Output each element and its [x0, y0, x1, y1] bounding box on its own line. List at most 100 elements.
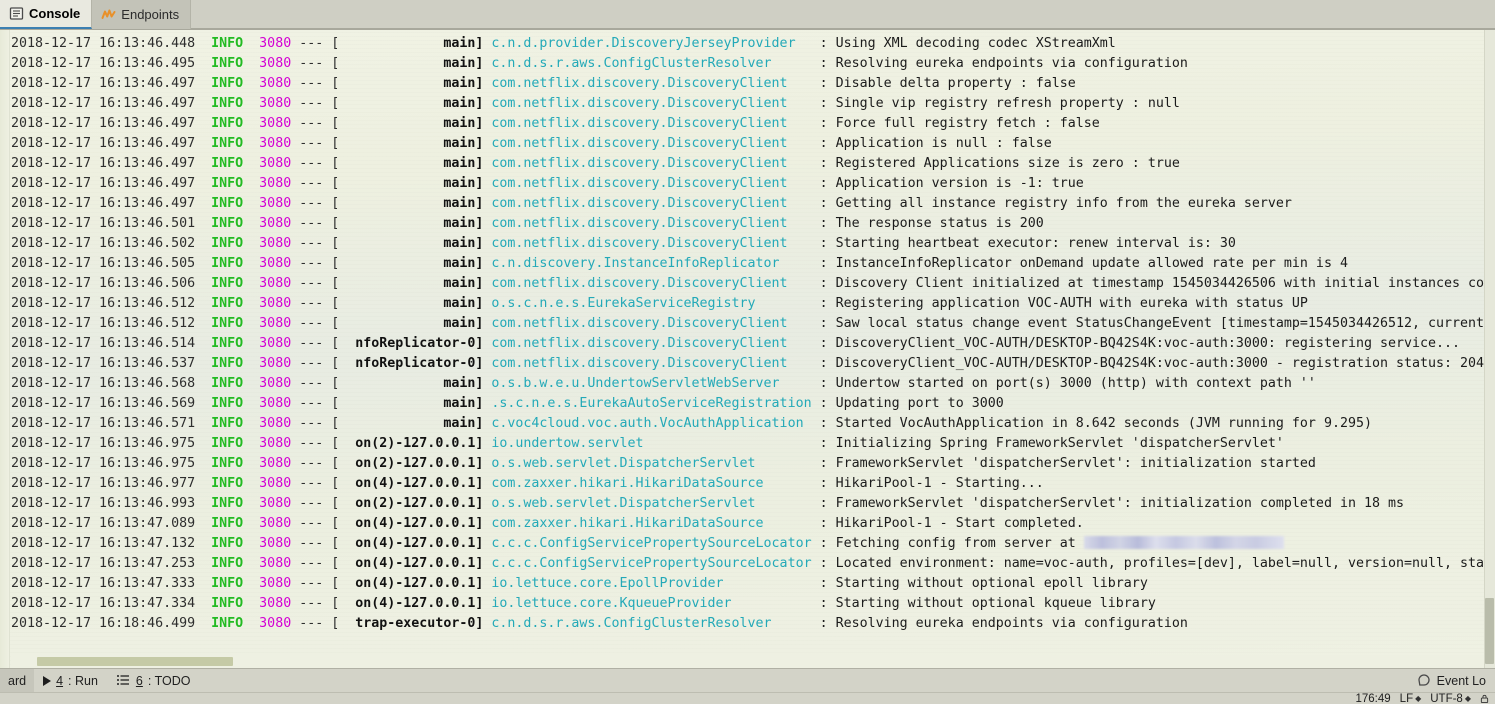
- log-line: 2018-12-17 16:13:46.537 INFO 3080 --- [ …: [11, 354, 1495, 374]
- log-colon: :: [819, 556, 836, 571]
- log-separator: --- [: [299, 556, 340, 571]
- console-hscrollbar[interactable]: [11, 655, 1484, 668]
- log-message: FrameworkServlet 'dispatcherServlet': in…: [835, 496, 1404, 511]
- tool-window-todo[interactable]: 6 : TODO: [107, 669, 200, 692]
- log-colon: :: [819, 276, 836, 291]
- log-level: INFO: [211, 436, 252, 451]
- log-pid: 3080: [251, 536, 300, 551]
- log-thread: main]: [339, 216, 484, 231]
- log-timestamp: 2018-12-17 16:13:46.975: [11, 436, 212, 451]
- log-colon: :: [819, 196, 836, 211]
- console-tabstrip: Console Endpoints: [0, 0, 1495, 30]
- log-message: The response status is 200: [835, 216, 1044, 231]
- log-pid: 3080: [251, 116, 300, 131]
- log-separator: --- [: [299, 136, 340, 151]
- console-vscrollbar-thumb[interactable]: [1485, 598, 1494, 664]
- log-level: INFO: [211, 276, 252, 291]
- status-encoding[interactable]: UTF-8 ◆: [1430, 693, 1471, 704]
- log-separator: --- [: [299, 216, 340, 231]
- tab-endpoints[interactable]: Endpoints: [92, 0, 192, 29]
- log-message: Starting without optional epoll library: [835, 576, 1148, 591]
- console-hscrollbar-thumb[interactable]: [37, 657, 233, 666]
- log-level: INFO: [211, 416, 252, 431]
- tool-window-event-log[interactable]: Event Lo: [1408, 669, 1495, 692]
- log-pid: 3080: [251, 336, 300, 351]
- log-line: 2018-12-17 16:13:46.512 INFO 3080 --- [ …: [11, 294, 1495, 314]
- log-logger: com.netflix.discovery.DiscoveryClient: [483, 356, 820, 371]
- log-separator: --- [: [299, 56, 340, 71]
- log-level: INFO: [211, 316, 252, 331]
- log-level: INFO: [211, 556, 252, 571]
- log-thread: main]: [339, 136, 484, 151]
- log-timestamp: 2018-12-17 16:13:46.506: [11, 276, 212, 291]
- tool-window-run-number: 4: [56, 673, 64, 688]
- log-timestamp: 2018-12-17 16:13:47.334: [11, 596, 212, 611]
- log-colon: :: [819, 336, 836, 351]
- log-logger: io.lettuce.core.KqueueProvider: [483, 596, 820, 611]
- log-level: INFO: [211, 76, 252, 91]
- log-message: HikariPool-1 - Starting...: [835, 476, 1044, 491]
- tool-window-clipped-left[interactable]: ard: [0, 669, 35, 692]
- log-timestamp: 2018-12-17 16:13:46.993: [11, 496, 212, 511]
- log-line: 2018-12-17 16:13:47.334 INFO 3080 --- [ …: [11, 594, 1495, 614]
- log-logger: com.netflix.discovery.DiscoveryClient: [483, 276, 820, 291]
- log-pid: 3080: [251, 96, 300, 111]
- log-logger: com.netflix.discovery.DiscoveryClient: [483, 116, 820, 131]
- log-pid: 3080: [251, 196, 300, 211]
- log-colon: :: [819, 56, 836, 71]
- log-logger: io.undertow.servlet: [483, 436, 820, 451]
- log-pid: 3080: [251, 436, 300, 451]
- log-logger: .s.c.n.e.s.EurekaAutoServiceRegistration: [483, 396, 820, 411]
- log-colon: :: [819, 296, 836, 311]
- log-pid: 3080: [251, 216, 300, 231]
- ide-console-window: Console Endpoints 2018-12-17 16:13:46.44…: [0, 0, 1495, 704]
- log-pid: 3080: [251, 556, 300, 571]
- list-icon: [116, 673, 131, 688]
- log-logger: c.voc4cloud.voc.auth.VocAuthApplication: [483, 416, 820, 431]
- log-timestamp: 2018-12-17 16:13:46.497: [11, 96, 212, 111]
- tool-window-run[interactable]: 4 : Run: [34, 669, 107, 692]
- log-level: INFO: [211, 516, 252, 531]
- log-pid: 3080: [251, 236, 300, 251]
- log-colon: :: [819, 396, 836, 411]
- log-thread: on(4)-127.0.0.1]: [339, 596, 484, 611]
- log-colon: :: [819, 136, 836, 151]
- status-line-separator[interactable]: LF ◆: [1400, 693, 1422, 704]
- log-level: INFO: [211, 336, 252, 351]
- log-thread: on(2)-127.0.0.1]: [339, 496, 484, 511]
- log-line: 2018-12-17 16:13:46.571 INFO 3080 --- [ …: [11, 414, 1495, 434]
- status-caret-position[interactable]: 176:49: [1355, 693, 1390, 704]
- console-output-area[interactable]: 2018-12-17 16:13:46.448 INFO 3080 --- [ …: [0, 30, 1495, 668]
- log-colon: :: [819, 76, 836, 91]
- log-timestamp: 2018-12-17 16:13:47.089: [11, 516, 212, 531]
- log-message: Starting heartbeat executor: renew inter…: [835, 236, 1236, 251]
- log-line: 2018-12-17 16:13:47.132 INFO 3080 --- [ …: [11, 534, 1495, 554]
- log-pid: 3080: [251, 296, 300, 311]
- log-line: 2018-12-17 16:13:46.568 INFO 3080 --- [ …: [11, 374, 1495, 394]
- log-timestamp: 2018-12-17 16:13:46.502: [11, 236, 212, 251]
- log-pid: 3080: [251, 276, 300, 291]
- log-timestamp: 2018-12-17 16:13:46.495: [11, 56, 212, 71]
- log-timestamp: 2018-12-17 16:13:46.568: [11, 376, 212, 391]
- log-logger: io.lettuce.core.EpollProvider: [483, 576, 820, 591]
- log-thread: main]: [339, 116, 484, 131]
- log-timestamp: 2018-12-17 16:13:46.501: [11, 216, 212, 231]
- log-colon: :: [819, 116, 836, 131]
- log-level: INFO: [211, 216, 252, 231]
- status-line-separator-label: LF: [1399, 692, 1414, 704]
- log-message: Application is null : false: [835, 136, 1052, 151]
- status-bar: 176:49 LF ◆ UTF-8 ◆: [0, 692, 1495, 704]
- log-level: INFO: [211, 476, 252, 491]
- log-logger: o.s.c.n.e.s.EurekaServiceRegistry: [483, 296, 820, 311]
- log-line: 2018-12-17 16:13:46.497 INFO 3080 --- [ …: [11, 94, 1495, 114]
- log-separator: --- [: [299, 276, 340, 291]
- log-line: 2018-12-17 16:13:47.253 INFO 3080 --- [ …: [11, 554, 1495, 574]
- console-vscrollbar[interactable]: [1484, 30, 1495, 668]
- tab-console[interactable]: Console: [0, 0, 93, 29]
- tab-endpoints-label: Endpoints: [121, 7, 180, 22]
- log-thread: main]: [339, 96, 484, 111]
- log-message: Registering application VOC-AUTH with eu…: [835, 296, 1308, 311]
- log-colon: :: [819, 236, 836, 251]
- log-level: INFO: [211, 376, 252, 391]
- lock-icon[interactable]: [1480, 694, 1489, 703]
